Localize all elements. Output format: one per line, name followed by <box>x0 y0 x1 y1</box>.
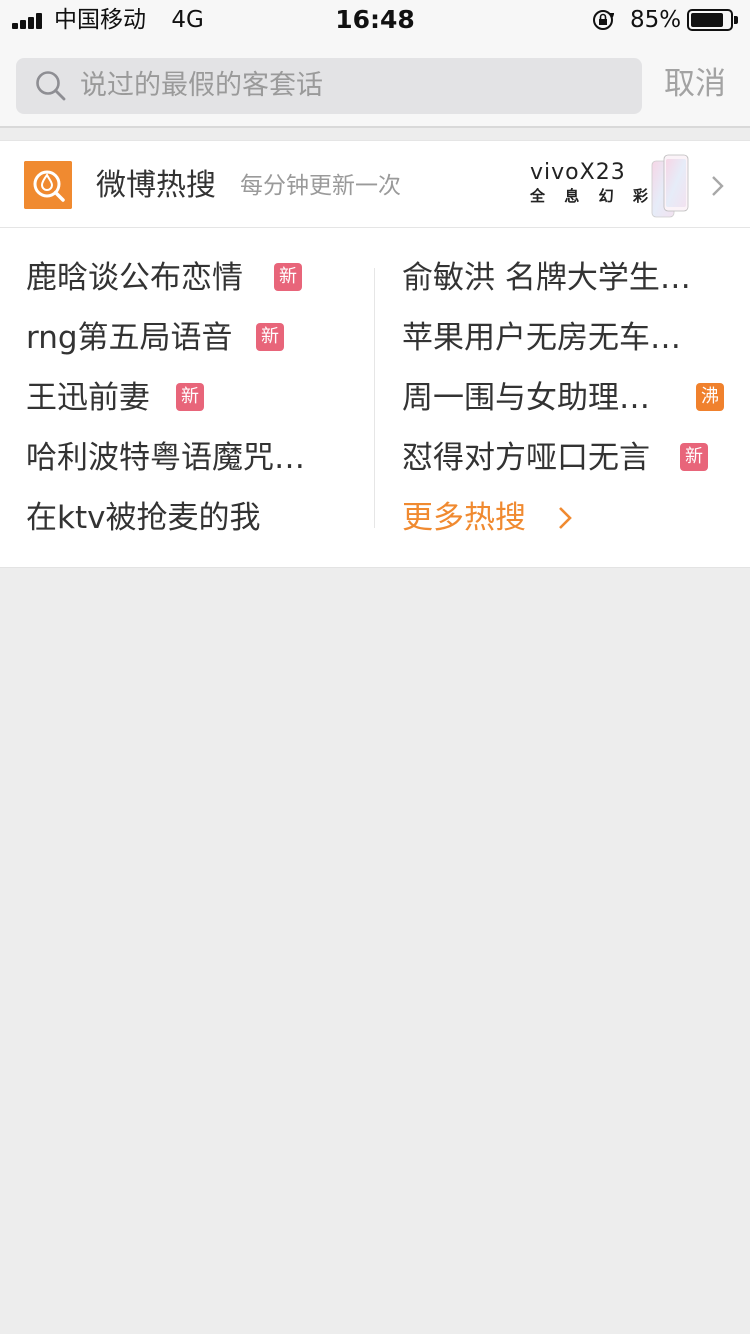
hot-search-item-text: 在ktv被抢麦的我 <box>26 500 261 536</box>
hot-search-header[interactable]: 微博热搜 每分钟更新一次 vivoX23 全 息 幻 彩 <box>0 140 750 228</box>
hot-search-item-text: 苹果用户无房无车… <box>402 320 681 356</box>
more-hot-search-link[interactable]: 更多热搜 <box>402 498 572 538</box>
hot-search-item[interactable]: 哈利波特粤语魔咒… <box>26 438 366 478</box>
hot-search-list: 鹿晗谈公布恋情 新 rng第五局语音 新 王迅前妻 新 哈利波特粤语魔咒… 在k… <box>0 228 750 568</box>
hot-search-title: 微博热搜 <box>96 168 216 203</box>
flame-search-icon <box>24 161 72 209</box>
new-badge: 新 <box>176 383 204 411</box>
ad-brand[interactable]: vivoX23 <box>530 161 626 185</box>
ad-tagline-char: 彩 <box>632 187 648 205</box>
ad-phone-image <box>651 154 689 218</box>
hot-search-item-text: 王迅前妻 <box>26 380 150 416</box>
ad-tagline-char: 全 <box>530 187 546 205</box>
ad-tagline-char: 息 <box>564 187 580 205</box>
hot-search-item[interactable]: 周一围与女助理… 沸 <box>402 378 732 418</box>
search-placeholder: 说过的最假的客套话 <box>80 70 323 101</box>
hot-search-item-text: 俞敏洪 名牌大学生… <box>402 260 691 296</box>
ad-model: X23 <box>579 160 626 185</box>
chevron-right-icon <box>559 507 572 529</box>
hot-search-item[interactable]: 王迅前妻 新 <box>26 378 366 418</box>
new-badge: 新 <box>274 263 302 291</box>
rotation-lock-icon <box>593 10 614 30</box>
hot-search-subtitle: 每分钟更新一次 <box>240 173 401 199</box>
hot-search-item-text: 鹿晗谈公布恋情 <box>26 260 243 296</box>
new-badge: 新 <box>256 323 284 351</box>
hot-search-item[interactable]: 鹿晗谈公布恋情 新 <box>26 258 366 298</box>
hot-search-item-text: 周一围与女助理… <box>402 380 650 416</box>
hot-search-item[interactable]: rng第五局语音 新 <box>26 318 366 358</box>
hot-search-item-text: 怼得对方哑口无言 <box>402 440 650 476</box>
more-hot-search-label: 更多热搜 <box>402 500 526 536</box>
ad-brand-name: vivo <box>530 160 580 185</box>
hot-search-item-text: 哈利波特粤语魔咒… <box>26 440 305 476</box>
hot-search-item[interactable]: 在ktv被抢麦的我 <box>26 498 366 538</box>
battery-icon <box>687 9 738 31</box>
new-badge: 新 <box>680 443 708 471</box>
hot-search-item[interactable]: 怼得对方哑口无言 新 <box>402 438 732 478</box>
hot-search-item[interactable]: 俞敏洪 名牌大学生… <box>402 258 732 298</box>
search-bar: 说过的最假的客套话 取消 <box>0 40 750 128</box>
hot-search-item[interactable]: 苹果用户无房无车… <box>402 318 732 358</box>
chevron-right-icon <box>712 176 724 196</box>
column-divider <box>374 268 375 528</box>
search-icon <box>36 71 66 101</box>
cancel-button[interactable]: 取消 <box>664 64 726 104</box>
status-bar: 中国移动 4G 16:48 85% <box>0 0 750 40</box>
search-input[interactable]: 说过的最假的客套话 <box>16 58 642 114</box>
ad-tagline-char: 幻 <box>598 187 614 205</box>
ad-tagline: 全 息 幻 彩 <box>530 187 648 205</box>
battery-percent: 85% <box>630 7 682 33</box>
hot-badge: 沸 <box>696 383 724 411</box>
battery-fill <box>691 13 724 27</box>
hot-search-item-text: rng第五局语音 <box>26 320 233 356</box>
